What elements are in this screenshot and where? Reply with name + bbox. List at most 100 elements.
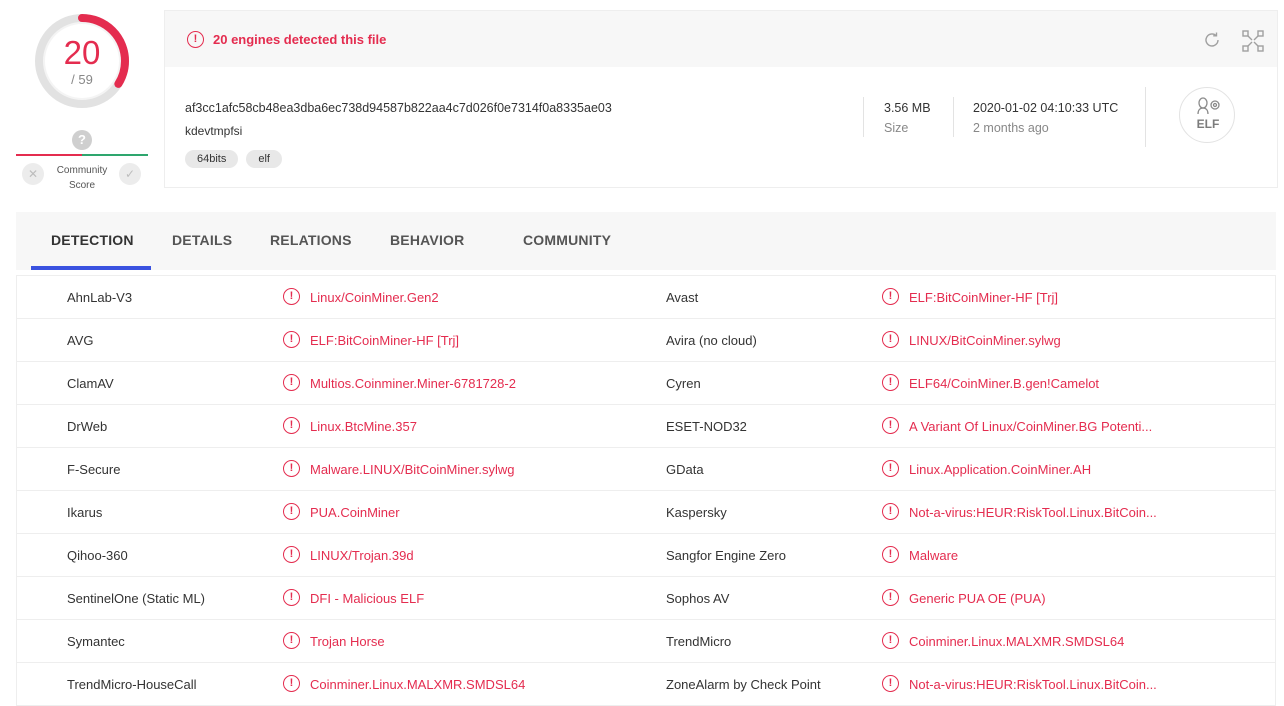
engine-name: AhnLab-V3 <box>67 290 133 305</box>
detection-result: ELF:BitCoinMiner-HF [Trj] <box>909 290 1059 305</box>
detection-table: AhnLab-V3 ! Linux/CoinMiner.Gen2 Avast !… <box>16 275 1276 706</box>
detection-gauge: 20 / 59 <box>31 8 133 120</box>
detection-result: Not-a-virus:HEUR:RiskTool.Linux.BitCoin.… <box>909 505 1157 520</box>
detection-result: Multios.Coinminer.Miner-6781728-2 <box>310 376 516 391</box>
detection-result: Not-a-virus:HEUR:RiskTool.Linux.BitCoin.… <box>909 677 1157 692</box>
tag-64bits[interactable]: 64bits <box>185 150 239 168</box>
file-summary-panel: ! 20 engines detected this file af3cc1af… <box>164 10 1278 188</box>
engine-name: Avira (no cloud) <box>666 333 757 348</box>
detection-result: Generic PUA OE (PUA) <box>909 591 1046 606</box>
detection-result: Malware <box>909 548 959 563</box>
community-label-line1: Community <box>56 165 108 176</box>
alert-icon: ! <box>283 374 300 391</box>
engine-name: Kaspersky <box>666 505 727 520</box>
table-row: Qihoo-360 ! LINUX/Trojan.39d Sangfor Eng… <box>17 534 1275 577</box>
linux-penguin-icon <box>1197 97 1220 115</box>
alert-icon: ! <box>882 589 899 606</box>
engine-name: F-Secure <box>67 462 121 477</box>
detection-result: Coinminer.Linux.MALXMR.SMDSL64 <box>909 634 1125 649</box>
detection-result: DFI - Malicious ELF <box>310 591 425 606</box>
alert-icon: ! <box>283 675 300 692</box>
engine-name: Sangfor Engine Zero <box>666 548 786 563</box>
alert-icon: ! <box>882 417 899 434</box>
table-row: Ikarus ! PUA.CoinMiner Kaspersky ! Not-a… <box>17 491 1275 534</box>
file-size-label: Size <box>884 121 909 135</box>
tab-details[interactable]: DETAILS <box>172 232 232 248</box>
vote-harmless-close-icon[interactable]: ✕ <box>22 163 44 185</box>
engine-total: / 59 <box>71 72 93 87</box>
detection-result: Trojan Horse <box>310 634 385 649</box>
help-icon[interactable]: ? <box>72 130 92 150</box>
engine-name: ZoneAlarm by Check Point <box>666 677 821 692</box>
divider <box>1145 87 1146 147</box>
detection-result: Linux.Application.CoinMiner.AH <box>909 462 1092 477</box>
alert-icon: ! <box>283 589 300 606</box>
detection-result: LINUX/Trojan.39d <box>310 548 414 563</box>
table-row: TrendMicro-HouseCall ! Coinminer.Linux.M… <box>17 663 1275 706</box>
alert-icon: ! <box>882 632 899 649</box>
engine-name: GData <box>666 462 704 477</box>
file-type-badge: ELF <box>1179 87 1235 143</box>
tab-relations[interactable]: RELATIONS <box>270 232 352 248</box>
alert-icon: ! <box>283 546 300 563</box>
divider <box>863 97 864 137</box>
community-score-negative <box>16 154 82 156</box>
detection-result: Coinminer.Linux.MALXMR.SMDSL64 <box>310 677 526 692</box>
community-label-line2: Score <box>68 180 96 191</box>
file-tags: 64bits elf <box>185 150 282 168</box>
tab-behavior[interactable]: BEHAVIOR <box>390 232 464 248</box>
engine-name: Qihoo-360 <box>67 548 128 563</box>
file-size-value: 3.56 MB <box>884 101 931 115</box>
detection-result: Malware.LINUX/BitCoinMiner.sylwg <box>310 462 515 477</box>
detection-result: LINUX/BitCoinMiner.sylwg <box>909 333 1061 348</box>
alert-icon: ! <box>882 331 899 348</box>
vote-safe-check-icon[interactable]: ✓ <box>119 163 141 185</box>
analysis-date: 2020-01-02 04:10:33 UTC <box>973 101 1119 115</box>
table-row: AhnLab-V3 ! Linux/CoinMiner.Gen2 Avast !… <box>17 276 1275 319</box>
alert-icon: ! <box>283 460 300 477</box>
detection-count: 20 <box>63 34 101 71</box>
detection-result: Linux/CoinMiner.Gen2 <box>310 290 439 305</box>
analysis-date-relative: 2 months ago <box>973 121 1049 135</box>
alert-icon: ! <box>283 417 300 434</box>
engine-name: Ikarus <box>67 505 103 520</box>
detection-result: A Variant Of Linux/CoinMiner.BG Potenti.… <box>909 419 1153 434</box>
engine-name: DrWeb <box>67 419 108 434</box>
alert-icon: ! <box>882 503 899 520</box>
alert-icon: ! <box>283 503 300 520</box>
alert-icon: ! <box>187 31 204 48</box>
engine-name: ESET-NOD32 <box>666 419 747 434</box>
report-tabs: DETECTION DETAILS RELATIONS BEHAVIOR COM… <box>16 212 1276 270</box>
active-tab-indicator <box>31 266 151 270</box>
alert-icon: ! <box>882 374 899 391</box>
tag-elf[interactable]: elf <box>246 150 282 168</box>
file-type-label: ELF <box>1196 117 1220 131</box>
engine-name: SentinelOne (Static ML) <box>67 591 206 606</box>
tab-community[interactable]: COMMUNITY <box>523 232 611 248</box>
detection-result: Linux.BtcMine.357 <box>310 419 417 434</box>
table-row: ClamAV ! Multios.Coinminer.Miner-6781728… <box>17 362 1275 405</box>
engine-name: TrendMicro <box>666 634 732 649</box>
file-hash[interactable]: af3cc1afc58cb48ea3dba6ec738d94587b822aa4… <box>185 101 612 115</box>
reload-icon[interactable] <box>1201 29 1223 51</box>
alert-icon: ! <box>882 460 899 477</box>
alert-icon: ! <box>283 331 300 348</box>
alert-icon: ! <box>283 288 300 305</box>
engine-name: Cyren <box>666 376 701 391</box>
table-row: Symantec ! Trojan Horse TrendMicro ! Coi… <box>17 620 1275 663</box>
engine-name: Avast <box>666 290 699 305</box>
detection-result: ELF:BitCoinMiner-HF [Trj] <box>310 333 460 348</box>
table-row: F-Secure ! Malware.LINUX/BitCoinMiner.sy… <box>17 448 1275 491</box>
table-row: AVG ! ELF:BitCoinMiner-HF [Trj] Avira (n… <box>17 319 1275 362</box>
table-row: SentinelOne (Static ML) ! DFI - Maliciou… <box>17 577 1275 620</box>
engine-name: ClamAV <box>67 376 114 391</box>
detection-result: PUA.CoinMiner <box>310 505 400 520</box>
tab-detection[interactable]: DETECTION <box>51 232 134 248</box>
detection-message: 20 engines detected this file <box>213 32 387 47</box>
file-info: af3cc1afc58cb48ea3dba6ec738d94587b822aa4… <box>165 67 1277 187</box>
score-panel: 20 / 59 ? ✕ Community Score ✓ <box>16 8 148 194</box>
expand-icon[interactable] <box>1241 29 1264 52</box>
table-row: DrWeb ! Linux.BtcMine.357 ESET-NOD32 ! A… <box>17 405 1275 448</box>
detection-banner: ! 20 engines detected this file <box>165 11 1277 67</box>
engine-name: Symantec <box>67 634 125 649</box>
